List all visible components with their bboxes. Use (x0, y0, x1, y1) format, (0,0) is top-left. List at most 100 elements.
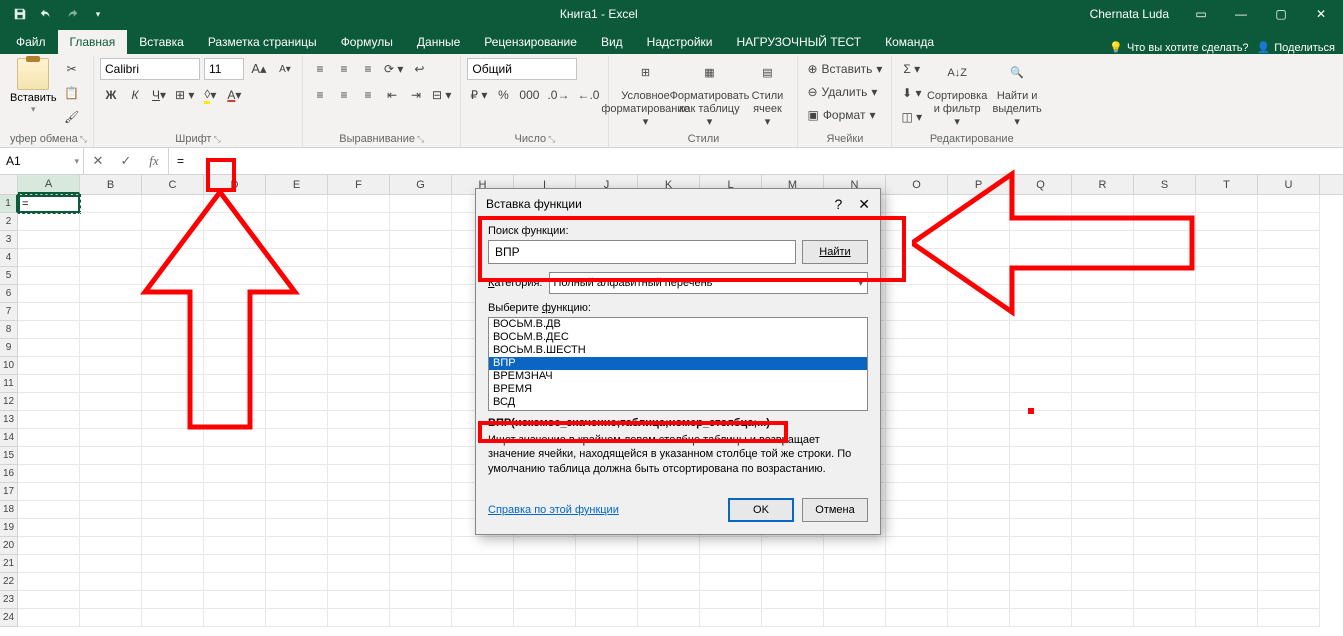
dialog-close-icon[interactable]: ✕ (858, 196, 870, 213)
cell[interactable] (1258, 519, 1320, 537)
cell[interactable] (18, 231, 80, 249)
cell[interactable] (1258, 555, 1320, 573)
cell[interactable] (1134, 267, 1196, 285)
cell[interactable] (18, 321, 80, 339)
cell[interactable] (1072, 483, 1134, 501)
row-header[interactable]: 5 (0, 267, 18, 285)
cell[interactable] (18, 483, 80, 501)
cell[interactable] (1258, 357, 1320, 375)
cell[interactable] (18, 519, 80, 537)
cell[interactable] (1196, 501, 1258, 519)
row-header[interactable]: 11 (0, 375, 18, 393)
cell[interactable] (18, 339, 80, 357)
cell[interactable] (142, 393, 204, 411)
cell[interactable] (1134, 483, 1196, 501)
cell[interactable] (1258, 465, 1320, 483)
sort-filter-button[interactable]: A↓ZСортировка и фильтр ▾ (929, 58, 985, 132)
cell[interactable] (886, 537, 948, 555)
find-select-button[interactable]: 🔍Найти и выделить ▾ (989, 58, 1045, 132)
cell[interactable] (948, 447, 1010, 465)
increase-font-icon[interactable]: A▴ (248, 58, 270, 80)
number-format-combo[interactable]: Общий (467, 58, 577, 80)
tab-file[interactable]: Файл (4, 30, 58, 54)
cell[interactable] (266, 609, 328, 627)
cell[interactable] (1196, 429, 1258, 447)
cell[interactable] (1258, 501, 1320, 519)
cell[interactable] (1134, 591, 1196, 609)
cell[interactable] (142, 609, 204, 627)
cell[interactable] (266, 519, 328, 537)
cell[interactable] (390, 447, 452, 465)
cell[interactable] (328, 213, 390, 231)
cell[interactable] (1196, 555, 1258, 573)
cell[interactable] (18, 591, 80, 609)
cell[interactable] (700, 609, 762, 627)
currency-icon[interactable]: ₽ ▾ (467, 84, 490, 106)
cell[interactable] (1010, 573, 1072, 591)
cell[interactable] (762, 573, 824, 591)
row-header[interactable]: 10 (0, 357, 18, 375)
cell[interactable] (514, 591, 576, 609)
column-header[interactable]: F (328, 175, 390, 194)
close-icon[interactable]: ✕ (1303, 0, 1339, 28)
cell[interactable] (80, 447, 142, 465)
cell[interactable] (266, 465, 328, 483)
cancel-formula-icon[interactable]: ✕ (84, 148, 112, 174)
cell[interactable] (1072, 339, 1134, 357)
ribbon-options-icon[interactable]: ▭ (1183, 0, 1219, 28)
cell[interactable] (1134, 555, 1196, 573)
maximize-icon[interactable]: ▢ (1263, 0, 1299, 28)
cell[interactable] (18, 609, 80, 627)
cell[interactable] (1010, 483, 1072, 501)
column-header[interactable]: A (18, 175, 80, 194)
dialog-launcher-icon[interactable]: ⤡ (417, 134, 424, 145)
cell[interactable] (390, 537, 452, 555)
row-header[interactable]: 24 (0, 609, 18, 627)
row-header[interactable]: 2 (0, 213, 18, 231)
cell[interactable] (1010, 303, 1072, 321)
cell[interactable] (824, 555, 886, 573)
cell[interactable] (1010, 537, 1072, 555)
cell[interactable] (142, 249, 204, 267)
cell[interactable] (1072, 303, 1134, 321)
cell[interactable] (142, 555, 204, 573)
cell[interactable] (204, 609, 266, 627)
cell[interactable] (1134, 231, 1196, 249)
cell[interactable] (948, 555, 1010, 573)
cell[interactable] (1196, 609, 1258, 627)
cell[interactable] (1010, 231, 1072, 249)
cell[interactable] (266, 537, 328, 555)
cell[interactable] (390, 213, 452, 231)
cell[interactable] (1010, 591, 1072, 609)
cell[interactable] (1010, 465, 1072, 483)
cell[interactable] (266, 231, 328, 249)
cell[interactable] (1258, 393, 1320, 411)
cell[interactable] (328, 483, 390, 501)
cell[interactable] (390, 609, 452, 627)
cell[interactable] (1134, 429, 1196, 447)
cell[interactable] (80, 267, 142, 285)
cell[interactable] (1196, 537, 1258, 555)
cell[interactable] (1196, 447, 1258, 465)
cell[interactable] (18, 573, 80, 591)
cell[interactable] (762, 537, 824, 555)
cell[interactable] (328, 393, 390, 411)
cell[interactable] (452, 591, 514, 609)
cell[interactable] (948, 231, 1010, 249)
cell[interactable] (328, 609, 390, 627)
cell[interactable] (886, 411, 948, 429)
cell[interactable] (886, 609, 948, 627)
cell[interactable] (1258, 609, 1320, 627)
conditional-format-button[interactable]: ⊞Условное форматирование ▾ (615, 58, 675, 132)
minimize-icon[interactable]: ― (1223, 0, 1259, 28)
font-size-combo[interactable]: 11 (204, 58, 244, 80)
cell[interactable] (266, 501, 328, 519)
cell[interactable] (1010, 555, 1072, 573)
cell[interactable] (886, 591, 948, 609)
cell[interactable] (266, 267, 328, 285)
cell[interactable] (1072, 501, 1134, 519)
cell[interactable] (1134, 357, 1196, 375)
list-item[interactable]: ВОСЬМ.В.ДВ (489, 318, 867, 331)
cell[interactable] (18, 249, 80, 267)
cell[interactable] (700, 537, 762, 555)
